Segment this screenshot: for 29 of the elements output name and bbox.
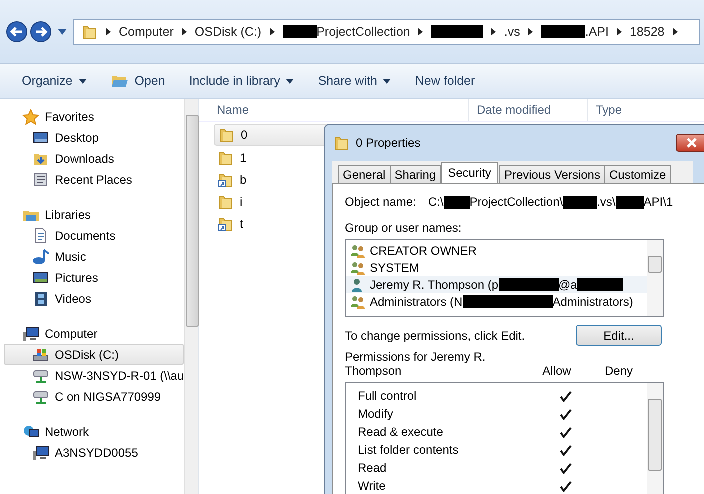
path-text: Administrators (N bbox=[370, 294, 463, 308]
path-text: ProjectCollection\ bbox=[470, 195, 564, 209]
path-text: .API bbox=[585, 24, 609, 38]
path-text: 18528 bbox=[630, 24, 665, 38]
path-text: API\1 bbox=[644, 195, 674, 209]
permission-name: Read & execute bbox=[358, 425, 444, 439]
group-label: Group or user names: bbox=[345, 221, 463, 237]
allow-header: Allow bbox=[542, 364, 572, 378]
path-text: Administrators) bbox=[552, 294, 634, 308]
path-text: .vs\ bbox=[597, 195, 616, 209]
permissions-label: Permissions for Jeremy R. Thompson bbox=[345, 350, 487, 378]
permission-name: Modify bbox=[358, 407, 394, 421]
path-text: ProjectCollection bbox=[316, 24, 410, 38]
edit-hint: To change permissions, click Edit. bbox=[345, 328, 526, 342]
path-text: OSDisk (C:) bbox=[194, 24, 262, 38]
permission-name: Write bbox=[358, 479, 387, 493]
path-text: C:\ bbox=[428, 195, 444, 209]
deny-header: Deny bbox=[604, 364, 634, 378]
path-text: SYSTEM bbox=[370, 260, 420, 274]
path-text: .vs bbox=[504, 24, 520, 38]
path-text: Jeremy R. Thompson (p bbox=[370, 278, 498, 292]
permission-name: List folder contents bbox=[358, 443, 460, 457]
path-text: @a bbox=[558, 278, 578, 292]
path-text: Computer bbox=[119, 24, 174, 38]
permission-name: Read bbox=[358, 461, 388, 475]
permission-name: Full control bbox=[358, 389, 418, 403]
path-text: CREATOR OWNER bbox=[370, 244, 477, 258]
object-name-label: Object name: bbox=[345, 195, 416, 209]
window-title: 0 Properties bbox=[356, 136, 422, 150]
